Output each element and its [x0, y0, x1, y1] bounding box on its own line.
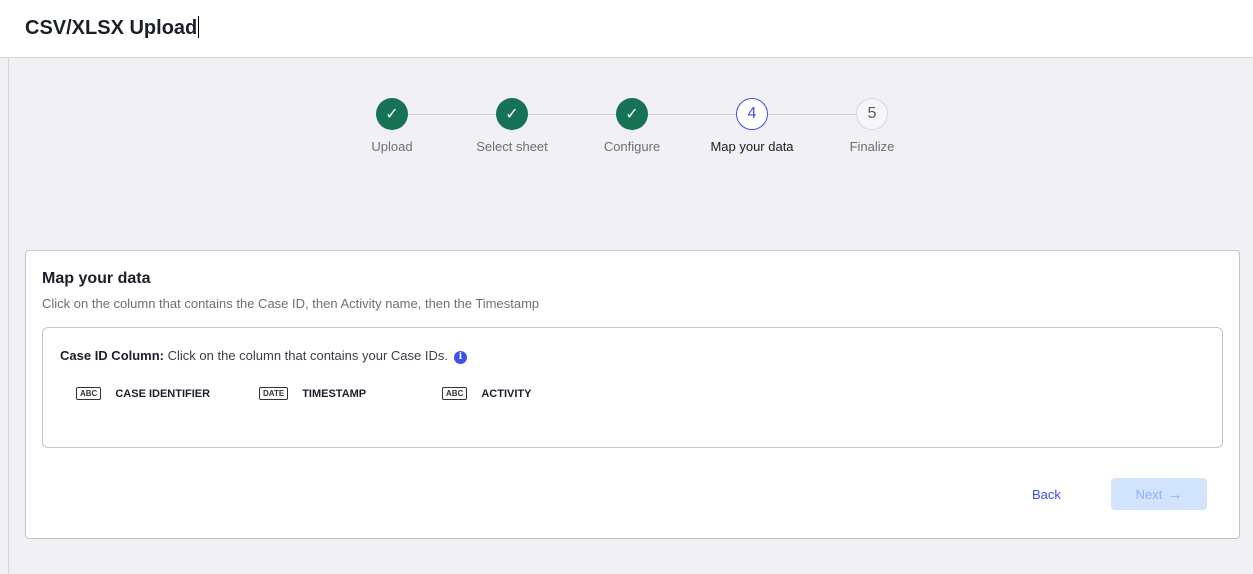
text-type-badge: ABC: [76, 387, 102, 400]
date-type-badge: DATE: [259, 387, 289, 400]
page-title: CSV/XLSX Upload: [25, 16, 200, 39]
info-icon[interactable]: i: [453, 350, 467, 364]
instruction: Case ID Column: Click on the column that…: [60, 348, 467, 364]
check-icon: ✓: [616, 98, 648, 130]
check-icon: ✓: [496, 98, 528, 130]
column-case-identifier[interactable]: ABC CASE IDENTIFIER: [76, 387, 210, 400]
next-button[interactable]: Next →: [1111, 478, 1207, 510]
header: CSV/XLSX Upload: [0, 0, 1253, 58]
step-number: 4: [736, 98, 768, 130]
map-data-card: Map your data Click on the column that c…: [25, 250, 1240, 539]
step-upload: ✓ Upload: [332, 98, 452, 154]
arrow-right-icon: →: [1167, 485, 1183, 503]
step-number: 5: [856, 98, 888, 130]
card-subtitle: Click on the column that contains the Ca…: [42, 296, 540, 311]
step-map-your-data: 4 Map your data: [692, 98, 812, 154]
divider: [8, 58, 9, 574]
back-button[interactable]: Back: [1032, 487, 1061, 502]
column-timestamp[interactable]: DATE TIMESTAMP: [259, 387, 366, 400]
step-finalize: 5 Finalize: [812, 98, 932, 154]
step-select-sheet: ✓ Select sheet: [452, 98, 572, 154]
text-cursor: [198, 16, 200, 38]
step-configure: ✓ Configure: [572, 98, 692, 154]
card-title: Map your data: [42, 270, 151, 287]
column-activity[interactable]: ABC ACTIVITY: [442, 387, 531, 400]
column-picker: Case ID Column: Click on the column that…: [42, 327, 1223, 448]
text-type-badge: ABC: [442, 387, 468, 400]
check-icon: ✓: [376, 98, 408, 130]
